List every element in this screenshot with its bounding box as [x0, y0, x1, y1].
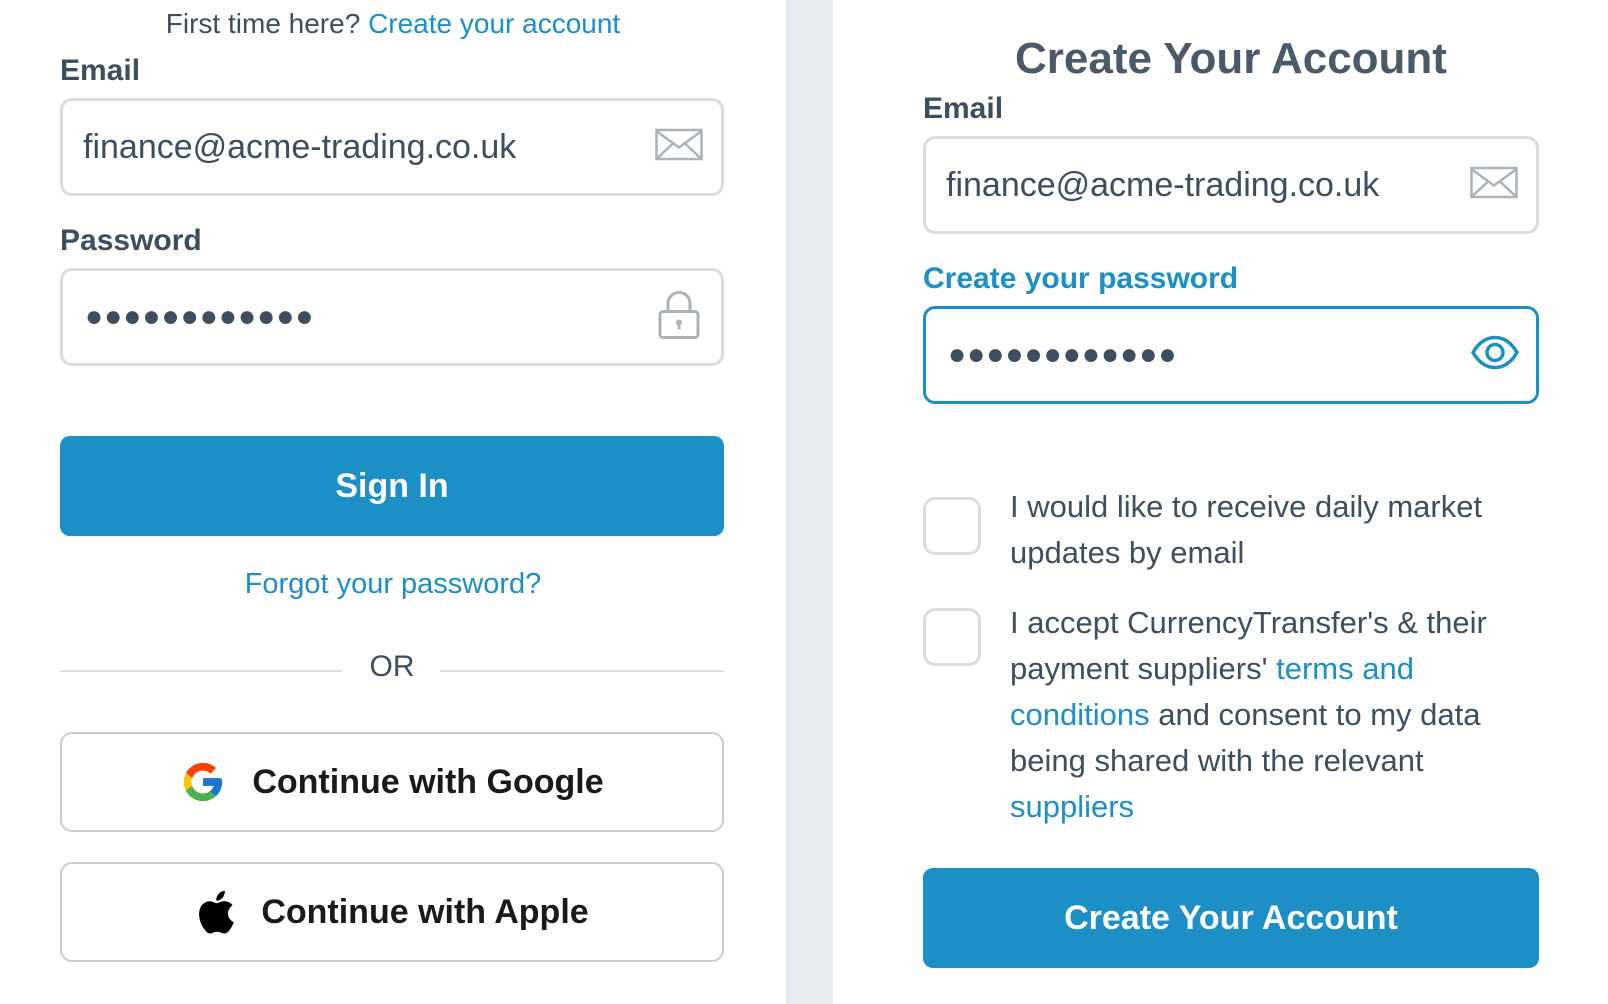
signin-panel: First time here? Create your account Ema… — [0, 0, 786, 1004]
signin-email-field[interactable] — [60, 98, 724, 196]
or-text: OR — [369, 650, 415, 683]
page-title: Create Your Account — [1015, 34, 1447, 83]
signup-panel: Create Your Account Email Create your pa… — [833, 0, 1608, 1004]
sign-in-button[interactable]: Sign In — [60, 436, 724, 536]
create-password-label: Create your password — [923, 262, 1239, 295]
eye-icon[interactable] — [1470, 335, 1520, 376]
first-time-prompt: First time here? Create your account — [0, 8, 786, 40]
or-line-right — [440, 670, 724, 672]
market-updates-checkbox[interactable] — [923, 497, 981, 555]
google-icon — [180, 759, 226, 805]
signup-email-input[interactable] — [946, 139, 1436, 231]
or-separator: OR — [60, 650, 724, 690]
terms-text-part1: I accept CurrencyTransfer's & their paym… — [1010, 605, 1487, 686]
signin-password-field[interactable]: ●●●●●●●●●●●● — [60, 268, 724, 366]
signin-password-mask: ●●●●●●●●●●●● — [85, 300, 315, 333]
signup-email-label: Email — [923, 92, 1004, 125]
create-account-button[interactable]: Create Your Account — [923, 868, 1539, 968]
envelope-icon — [655, 128, 703, 166]
continue-with-google-button[interactable]: Continue with Google — [60, 732, 724, 832]
first-time-text: First time here? — [165, 8, 361, 39]
suppliers-link[interactable]: suppliers — [1010, 789, 1134, 824]
google-button-label: Continue with Google — [252, 762, 604, 801]
signin-email-input[interactable] — [83, 101, 623, 193]
create-password-field[interactable]: ●●●●●●●●●●●● — [923, 306, 1539, 404]
envelope-icon — [1470, 166, 1518, 204]
market-updates-label: I would like to receive daily market upd… — [1010, 489, 1483, 570]
create-account-link[interactable]: Create your account — [368, 8, 620, 39]
apple-button-label: Continue with Apple — [261, 892, 589, 931]
terms-checkbox[interactable] — [923, 608, 981, 666]
signin-password-label: Password — [60, 224, 202, 257]
continue-with-apple-button[interactable]: Continue with Apple — [60, 862, 724, 962]
apple-icon — [195, 888, 235, 936]
signup-email-field[interactable] — [923, 136, 1539, 234]
lock-icon — [657, 290, 701, 345]
signin-email-label: Email — [60, 54, 141, 87]
signup-password-mask: ●●●●●●●●●●●● — [948, 338, 1178, 371]
forgot-password-link[interactable]: Forgot your password? — [0, 568, 786, 601]
terms-label: I accept CurrencyTransfer's & their paym… — [1010, 600, 1538, 830]
panel-divider — [786, 0, 833, 1004]
